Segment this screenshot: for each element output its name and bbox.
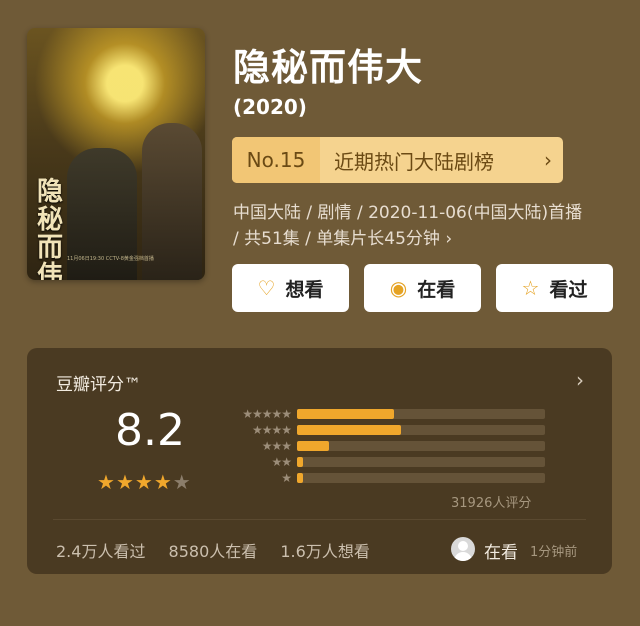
movie-meta-info[interactable]: 中国大陆 / 剧情 / 2020-11-06(中国大陆)首播 / 共51集 / …: [233, 200, 593, 252]
ranking-label: 近期热门大陆剧榜: [334, 149, 494, 174]
user-watch-time: 1分钟前: [530, 545, 578, 560]
star-filled-icon: ★: [153, 470, 173, 494]
rating-bar-fill: [297, 409, 394, 419]
rating-distribution-row: ★★: [223, 454, 545, 470]
star-filled-icon: ★: [134, 470, 154, 494]
rating-distribution-row: ★★★★: [223, 422, 545, 438]
release-year: (2020): [233, 95, 307, 119]
watched-count[interactable]: 2.4万人看过: [56, 542, 145, 561]
chevron-right-icon: ›: [544, 148, 552, 172]
rating-bar-fill: [297, 425, 401, 435]
rating-count[interactable]: 31926人评分: [451, 492, 531, 511]
watching-count[interactable]: 8580人在看: [169, 542, 258, 561]
star-icon: ☆: [521, 276, 540, 300]
rating-score: 8.2: [115, 405, 185, 456]
user-watch-status: 在看: [484, 543, 518, 563]
page-title: 隐秘而伟大: [233, 46, 423, 89]
rating-row-stars: ★★★: [261, 439, 292, 453]
rating-bar-track: [297, 473, 545, 483]
rating-title: 豆瓣评分™: [56, 375, 141, 395]
watched-button[interactable]: ☆ 看过: [496, 264, 613, 312]
rating-bar-track: [297, 441, 545, 451]
user-avatar[interactable]: [451, 537, 475, 561]
rating-distribution: ★★★★★ ★★★★ ★★★ ★★ ★: [223, 406, 545, 486]
star-filled-icon: ★: [115, 470, 135, 494]
ranking-number: No.15: [232, 137, 320, 183]
want-to-watch-label: 想看: [285, 278, 324, 301]
rating-bar-fill: [297, 441, 329, 451]
rating-distribution-row: ★: [223, 470, 545, 486]
rating-distribution-row: ★★★★★: [223, 406, 545, 422]
watching-label: 在看: [417, 278, 456, 301]
rating-distribution-row: ★★★: [223, 438, 545, 454]
target-icon: ◉: [389, 276, 408, 300]
rating-bar-track: [297, 409, 545, 419]
divider: [53, 519, 586, 520]
rating-bar-fill: [297, 457, 303, 467]
want-count[interactable]: 1.6万人想看: [280, 542, 369, 561]
watching-button[interactable]: ◉ 在看: [364, 264, 481, 312]
rating-card[interactable]: 豆瓣评分™ › 8.2 ★★★★★ ★★★★★ ★★★★ ★★★ ★★ ★ 31926人…: [27, 348, 612, 574]
want-to-watch-button[interactable]: ♡ 想看: [232, 264, 349, 312]
star-filled-icon: ★: [97, 470, 116, 494]
rating-row-stars: ★★: [271, 455, 292, 469]
watched-label: 看过: [549, 278, 588, 301]
rating-bar-track: [297, 425, 545, 435]
poster-image[interactable]: 隐秘而伟大 11月06日19:30 CCTV-8黄金强档首播: [27, 28, 205, 280]
rating-bar-fill: [297, 473, 303, 483]
chevron-right-icon[interactable]: ›: [576, 368, 584, 392]
ranking-badge[interactable]: No.15 近期热门大陆剧榜 ›: [232, 137, 563, 183]
poster-credits: 11月06日19:30 CCTV-8黄金强档首播: [67, 256, 154, 262]
rating-stars: ★★★★★: [97, 470, 192, 494]
watch-stats: 2.4万人看过 8580人在看 1.6万人想看: [56, 538, 388, 562]
rating-bar-track: [297, 457, 545, 467]
heart-plus-icon: ♡: [257, 276, 276, 300]
rating-row-stars: ★★★★★: [242, 407, 292, 421]
rating-row-stars: ★: [281, 471, 292, 485]
star-empty-icon: ★: [172, 470, 192, 494]
rating-row-stars: ★★★★: [251, 423, 292, 437]
